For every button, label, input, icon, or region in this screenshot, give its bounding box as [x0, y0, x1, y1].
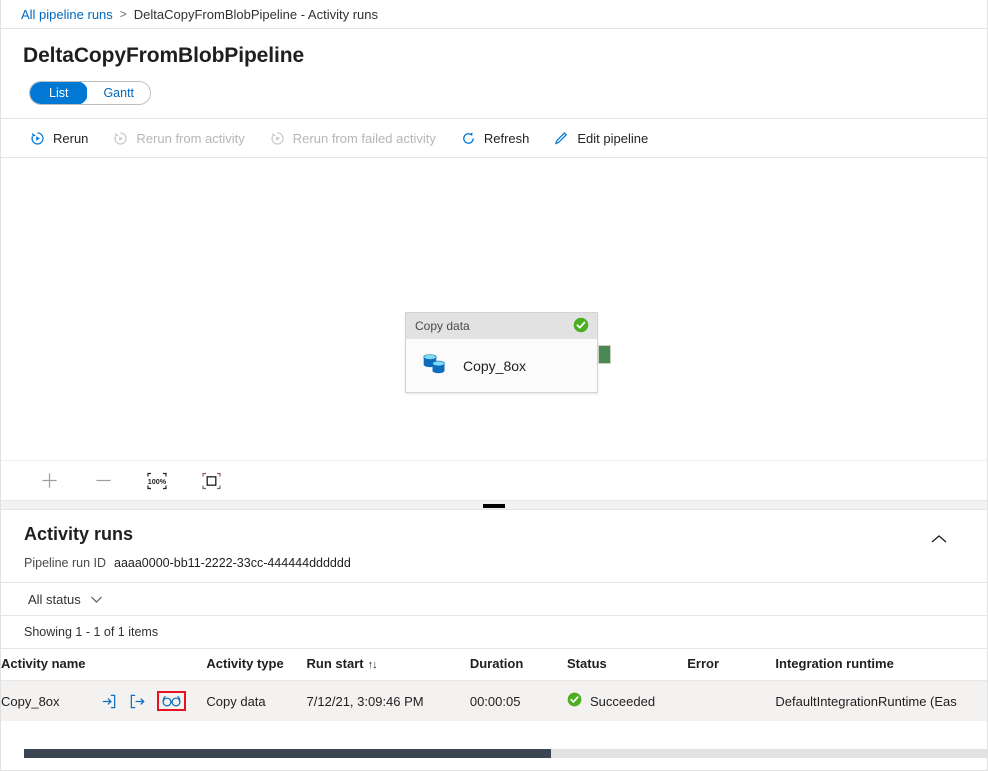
- status-badge: Succeeded: [590, 694, 655, 709]
- copy-data-icon: [420, 350, 450, 381]
- activity-runs-table-wrap: Activity name Activity type Run start↑↓ …: [1, 648, 987, 730]
- rerun-from-activity-label: Rerun from activity: [136, 131, 244, 146]
- rerun-from-activity-icon: [112, 130, 129, 147]
- chevron-up-icon[interactable]: [929, 532, 949, 551]
- pipeline-canvas[interactable]: Copy data: [1, 158, 987, 460]
- edit-pencil-icon: [553, 130, 570, 147]
- zoom-to-100-icon[interactable]: 100%: [145, 469, 169, 493]
- success-check-icon: [573, 317, 589, 336]
- rerun-from-failed-activity-icon: [269, 130, 286, 147]
- cell-error: [687, 681, 775, 722]
- status-filter-dropdown[interactable]: All status: [28, 592, 103, 607]
- tab-list[interactable]: List: [29, 81, 88, 105]
- cell-run-start: 7/12/21, 3:09:46 PM: [307, 681, 470, 722]
- horizontal-scrollbar-track[interactable]: [24, 749, 988, 758]
- activity-node-name: Copy_8ox: [463, 358, 526, 374]
- column-header-error[interactable]: Error: [687, 649, 775, 681]
- activity-runs-title: Activity runs: [1, 510, 987, 545]
- rerun-from-activity-button: Rerun from activity: [112, 130, 244, 147]
- status-badge-icon: [567, 692, 582, 710]
- activity-runs-page: All pipeline runs > DeltaCopyFromBlobPip…: [0, 0, 988, 771]
- panel-splitter[interactable]: [1, 500, 987, 510]
- activity-node-type-label: Copy data: [415, 319, 470, 333]
- breadcrumb-separator-icon: >: [120, 7, 127, 21]
- svg-text:100%: 100%: [148, 477, 167, 486]
- rerun-icon: [29, 130, 46, 147]
- showing-count: Showing 1 - 1 of 1 items: [1, 616, 987, 639]
- column-header-status[interactable]: Status: [567, 649, 687, 681]
- table-row[interactable]: Copy_8ox: [1, 681, 988, 722]
- fit-to-screen-icon[interactable]: [199, 469, 223, 493]
- activity-runs-panel: Activity runs Pipeline run ID aaaa0000-b…: [1, 510, 987, 730]
- horizontal-scrollbar-thumb[interactable]: [24, 749, 551, 758]
- edit-pipeline-button[interactable]: Edit pipeline: [553, 130, 648, 147]
- cell-integration-runtime: DefaultIntegrationRuntime (Eas: [775, 681, 988, 722]
- table-scroll-row: [1, 721, 987, 730]
- cell-status: Succeeded: [567, 681, 687, 722]
- view-toggle-group: List Gantt: [29, 81, 151, 105]
- column-header-run-start[interactable]: Run start ↑↓: [307, 649, 470, 681]
- sort-arrows-icon[interactable]: ↑↓: [368, 659, 377, 671]
- activity-node-header: Copy data: [406, 313, 597, 339]
- column-header-activity-type[interactable]: Activity type: [206, 649, 306, 681]
- activity-node-output-port[interactable]: [598, 345, 611, 364]
- pipeline-run-id-label: Pipeline run ID: [24, 556, 106, 570]
- breadcrumb: All pipeline runs > DeltaCopyFromBlobPip…: [1, 0, 987, 29]
- zoom-out-icon[interactable]: [91, 469, 115, 493]
- output-icon[interactable]: [129, 693, 146, 710]
- chevron-down-icon: [90, 592, 103, 607]
- page-title: DeltaCopyFromBlobPipeline: [1, 29, 987, 68]
- rerun-button[interactable]: Rerun: [29, 130, 88, 147]
- refresh-icon: [460, 130, 477, 147]
- cell-activity-type: Copy data: [206, 681, 306, 722]
- rerun-from-failed-activity-button: Rerun from failed activity: [269, 130, 436, 147]
- zoom-in-icon[interactable]: [37, 469, 61, 493]
- rerun-label: Rerun: [53, 131, 88, 146]
- pipeline-run-id: Pipeline run ID aaaa0000-bb11-2222-33cc-…: [1, 545, 987, 570]
- edit-pipeline-label: Edit pipeline: [577, 131, 648, 146]
- activity-runs-filter-bar: All status: [1, 582, 987, 616]
- column-header-integration-runtime[interactable]: Integration runtime: [775, 649, 988, 681]
- view-toggle: List Gantt: [1, 68, 987, 105]
- cell-activity-name: Copy_8ox: [1, 681, 206, 722]
- command-bar: Rerun Rerun from activity Rerun from: [1, 118, 987, 158]
- breadcrumb-all-pipeline-runs[interactable]: All pipeline runs: [21, 7, 113, 22]
- breadcrumb-current: DeltaCopyFromBlobPipeline - Activity run…: [134, 7, 378, 22]
- details-glasses-icon[interactable]: [157, 691, 186, 711]
- table-header-row: Activity name Activity type Run start↑↓ …: [1, 649, 988, 681]
- splitter-handle[interactable]: [483, 504, 505, 508]
- refresh-label: Refresh: [484, 131, 530, 146]
- cell-activity-name-text: Copy_8ox: [1, 694, 60, 709]
- refresh-button[interactable]: Refresh: [460, 130, 530, 147]
- tab-gantt[interactable]: Gantt: [87, 82, 150, 104]
- column-header-duration[interactable]: Duration: [470, 649, 567, 681]
- pipeline-run-id-value[interactable]: aaaa0000-bb11-2222-33cc-444444dddddd: [114, 556, 351, 570]
- status-filter-label: All status: [28, 592, 81, 607]
- activity-node-body: Copy_8ox: [406, 339, 597, 392]
- rerun-from-failed-activity-label: Rerun from failed activity: [293, 131, 436, 146]
- row-action-icons: [100, 693, 185, 710]
- activity-runs-table: Activity name Activity type Run start↑↓ …: [1, 648, 988, 721]
- input-icon[interactable]: [100, 693, 117, 710]
- column-header-activity-name[interactable]: Activity name: [1, 649, 206, 681]
- activity-node-copy-data[interactable]: Copy data: [405, 312, 598, 393]
- canvas-tools: 100%: [1, 460, 987, 500]
- cell-duration: 00:00:05: [470, 681, 567, 722]
- column-header-run-start-label: Run start: [307, 656, 364, 671]
